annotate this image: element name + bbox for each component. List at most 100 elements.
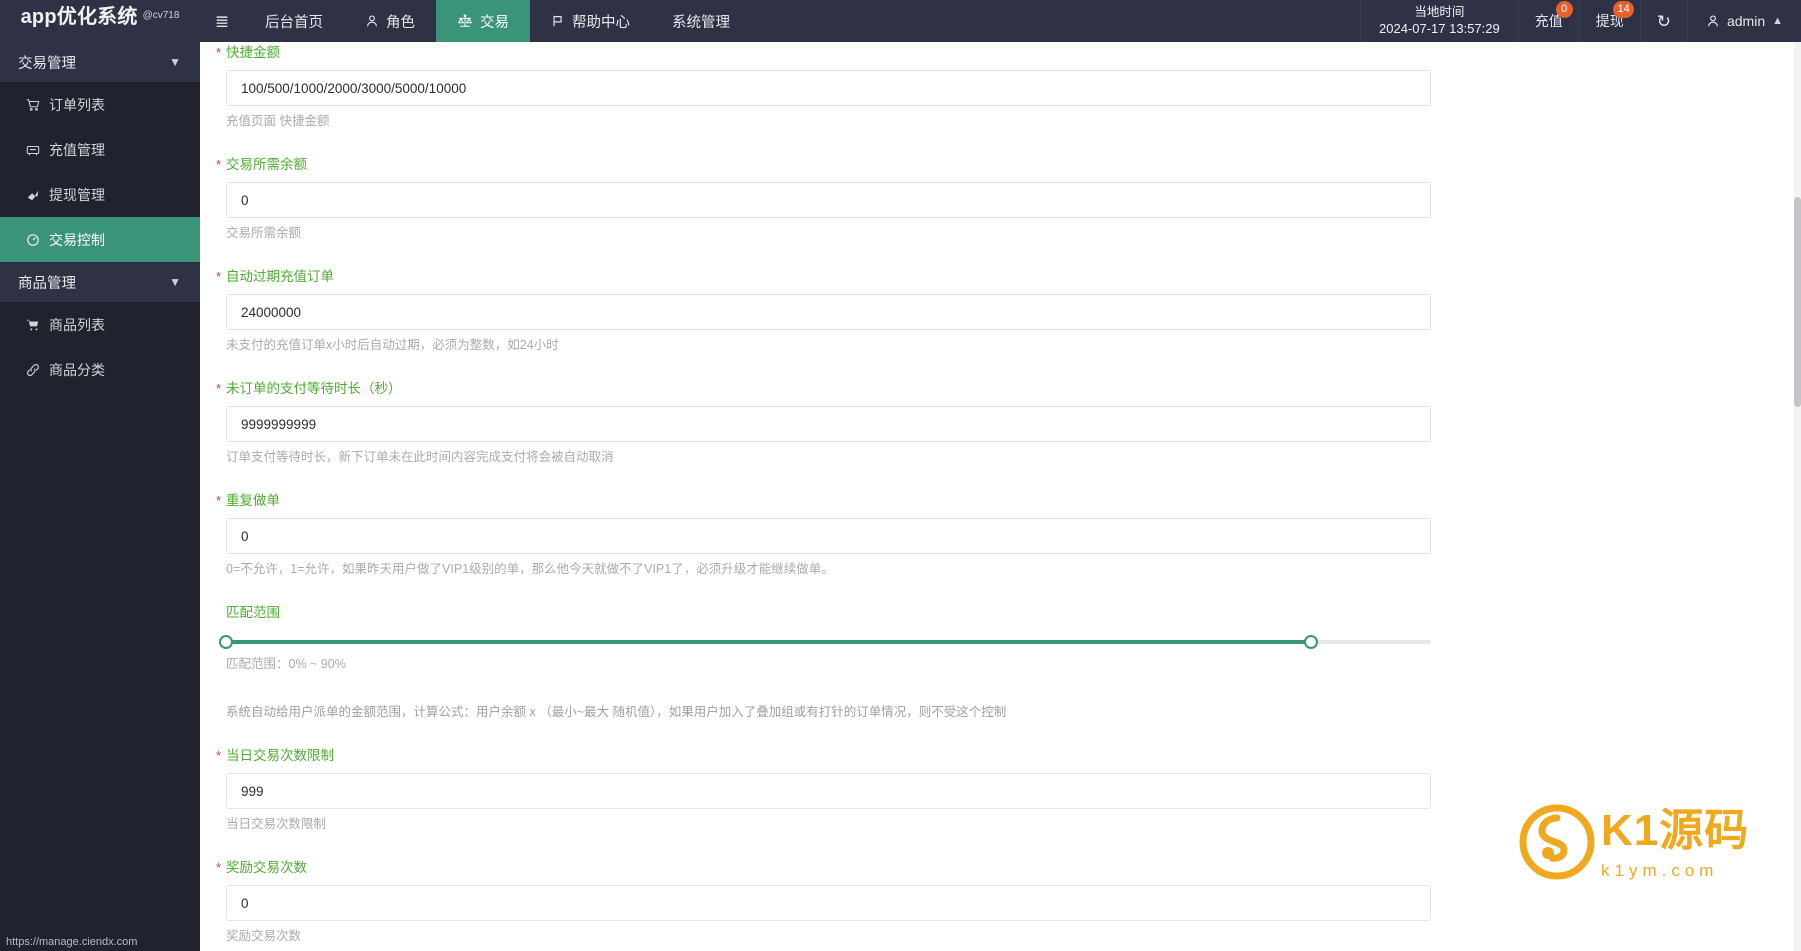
nav-label-help-center: 帮助中心 [572,14,630,31]
cart-icon [25,98,40,112]
main-nav: 后台首页 角色 交易 帮助中心 系统管理 [244,0,751,42]
field-label-match-range: 匹配范围 [226,602,1801,622]
wallet-icon [25,143,40,157]
slider-fill [226,640,1311,644]
label-text-payment-wait-seconds: 未订单的支付等待时长（秒） [226,381,402,396]
sidebar-item-trade-control[interactable]: 交易控制 [0,217,200,262]
sidebar-item-product-list[interactable]: 商品列表 [0,302,200,347]
page-scrollbar-track[interactable] [1794,42,1801,951]
brand-superscript: @cv718 [142,10,180,21]
label-text-daily-trade-limit: 当日交易次数限制 [226,748,334,763]
required-star: * [216,381,222,396]
nav-item-dashboard[interactable]: 后台首页 [244,0,344,42]
hamburger-menu-icon[interactable]: ≣ [200,0,244,42]
form-item-quick-amount: * 快捷金额 充值页面 快捷金额 [200,42,1801,130]
nav-label-system: 系统管理 [672,14,730,31]
brand-logo[interactable]: app优化系统 @cv718 [0,0,200,42]
user-avatar-icon [1706,14,1720,28]
match-range-slider[interactable] [219,635,1431,649]
quick-amount-input[interactable] [226,70,1431,106]
link-icon [25,363,40,377]
user-menu[interactable]: admin ▲ [1686,0,1801,42]
header-spacer [751,0,1360,42]
local-time-label: 当地时间 [1414,5,1465,19]
auto-expire-order-input[interactable] [226,294,1431,330]
field-label-payment-wait-seconds: * 未订单的支付等待时长（秒） [216,378,1801,398]
user-icon [365,14,379,28]
field-label-daily-trade-limit: * 当日交易次数限制 [216,745,1801,765]
gauge-icon [25,233,40,247]
form-item-bonus-trade-count: * 奖励交易次数 奖励交易次数 [200,857,1801,945]
browser-status-bar: https://manage.ciendx.com [0,934,144,951]
helper-repeat-order: 0=不允许，1=允许，如果昨天用户做了VIP1级别的单，那么他今天就做不了VIP… [226,562,834,576]
repeat-order-input[interactable] [226,518,1431,554]
helper-daily-trade-limit: 当日交易次数限制 [226,817,327,831]
required-star: * [216,157,222,172]
bonus-trade-count-input[interactable] [226,885,1431,921]
sidebar-group-label-product: 商品管理 [18,275,76,292]
slider-handle-max[interactable] [1303,635,1318,649]
sidebar-item-product-category[interactable]: 商品分类 [0,347,200,392]
nav-item-trade[interactable]: 交易 [436,0,530,42]
sidebar-item-label-product-list: 商品列表 [49,316,105,333]
required-star: * [216,45,222,60]
brand-title: app优化系统 [20,6,138,28]
app-root: app优化系统 @cv718 ≣ 后台首页 角色 交易 帮助中心 系统管理 当地… [0,0,1801,951]
chevron-down-icon: ▼ [169,55,181,69]
nav-item-help-center[interactable]: 帮助中心 [530,0,651,42]
nav-label-roles: 角色 [386,14,415,31]
nav-item-system[interactable]: 系统管理 [651,0,751,42]
helper-bonus-trade-count: 奖励交易次数 [226,929,302,943]
chevron-up-icon: ▲ [1772,15,1783,27]
sidebar-group-trade-management[interactable]: 交易管理 ▼ [0,42,200,82]
required-balance-input[interactable] [226,182,1431,218]
payment-wait-seconds-input[interactable] [226,406,1431,442]
form-item-repeat-order: * 重复做单 0=不允许，1=允许，如果昨天用户做了VIP1级别的单，那么他今天… [200,490,1801,578]
helper-payment-wait-seconds: 订单支付等待时长，新下订单未在此时间内容完成支付将会被自动取消 [226,450,614,464]
field-label-required-balance: * 交易所需余额 [216,154,1801,174]
field-label-quick-amount: * 快捷金额 [216,42,1801,62]
hamburger-glyph: ≣ [214,11,230,31]
form-item-daily-trade-limit: * 当日交易次数限制 当日交易次数限制 [200,745,1801,833]
form-item-payment-wait-seconds: * 未订单的支付等待时长（秒） 订单支付等待时长，新下订单未在此时间内容完成支付… [200,378,1801,466]
field-label-repeat-order: * 重复做单 [216,490,1801,510]
helper-match-range: 系统自动给用户派单的金额范围，计算公式：用户余额 x （最小~最大 随机值），如… [226,705,1007,719]
recharge-button[interactable]: 充值 0 [1517,0,1579,42]
form-item-auto-expire-order: * 自动过期充值订单 未支付的充值订单x小时后自动过期，必须为整数，如24小时 [200,266,1801,354]
daily-trade-limit-input[interactable] [226,773,1431,809]
sidebar-group-product-management[interactable]: 商品管理 ▼ [0,262,200,302]
form-item-required-balance: * 交易所需余额 交易所需余额 [200,154,1801,242]
scales-balance-icon [457,14,473,28]
required-star: * [216,269,222,284]
helper-required-balance: 交易所需余额 [226,226,302,240]
field-label-auto-expire-order: * 自动过期充值订单 [216,266,1801,286]
withdraw-button[interactable]: 提现 14 [1578,0,1640,42]
field-label-bonus-trade-count: * 奖励交易次数 [216,857,1801,877]
sidebar-item-recharge-management[interactable]: 充值管理 [0,127,200,172]
sidebar-item-label-trade-control: 交易控制 [49,231,105,248]
label-text-repeat-order: 重复做单 [226,493,280,508]
withdraw-arrow-icon [25,188,40,202]
top-header: app优化系统 @cv718 ≣ 后台首页 角色 交易 帮助中心 系统管理 当地… [0,0,1801,42]
helper-auto-expire-order: 未支付的充值订单x小时后自动过期，必须为整数，如24小时 [226,338,559,352]
sidebar-item-withdraw-management[interactable]: 提现管理 [0,172,200,217]
label-text-required-balance: 交易所需余额 [226,157,307,172]
slider-handle-min[interactable] [219,635,233,649]
local-time-display: 当地时间 2024-07-17 13:57:29 [1360,0,1518,42]
label-text-match-range: 匹配范围 [226,605,280,620]
shopping-cart-icon [25,318,40,332]
required-star: * [216,860,222,875]
label-text-quick-amount: 快捷金额 [226,45,280,60]
sidebar-item-label-order-list: 订单列表 [49,96,105,113]
form-item-match-range: 匹配范围 匹配范围：0% ~ 90% 系统自动给用户派单的金额范围，计算公式：用… [200,602,1801,721]
sidebar-item-order-list[interactable]: 订单列表 [0,82,200,127]
refresh-button[interactable]: ↻ [1639,0,1687,42]
page-scrollbar-thumb[interactable] [1794,197,1801,407]
nav-item-roles[interactable]: 角色 [344,0,436,42]
